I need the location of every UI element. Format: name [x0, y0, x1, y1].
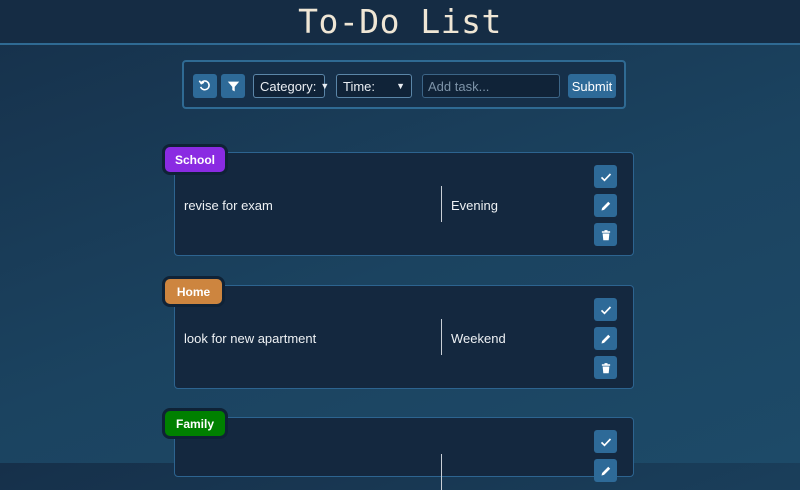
check-icon — [600, 437, 611, 447]
delete-button[interactable] — [594, 356, 617, 379]
edit-button[interactable] — [594, 194, 617, 217]
filter-icon — [227, 81, 239, 91]
task-card: look for new apartment Weekend — [174, 285, 634, 389]
task-card — [174, 417, 634, 490]
edit-button[interactable] — [594, 459, 617, 482]
reset-button[interactable] — [193, 74, 217, 98]
submit-button[interactable]: Submit — [568, 74, 616, 98]
filter-button[interactable] — [221, 74, 245, 98]
category-select[interactable]: Category: ▼ — [253, 74, 329, 98]
delete-button[interactable] — [594, 223, 617, 246]
task-text: revise for exam — [184, 198, 273, 213]
task-toolbar: Category: ▼ Time: ▼ Submit — [182, 60, 626, 109]
category-tag-family: Family — [162, 408, 228, 439]
chevron-down-icon: ▼ — [396, 81, 405, 91]
complete-button[interactable] — [594, 165, 617, 188]
complete-button[interactable] — [594, 298, 617, 321]
chevron-down-icon: ▼ — [320, 81, 330, 91]
divider — [441, 319, 442, 355]
divider — [441, 186, 442, 222]
edit-button[interactable] — [594, 327, 617, 350]
reset-icon — [198, 80, 210, 91]
add-task-input[interactable] — [422, 74, 560, 98]
pencil-icon — [601, 466, 610, 475]
time-select-value: Time: — [343, 78, 376, 94]
complete-button[interactable] — [594, 430, 617, 453]
page-title: To-Do List — [298, 2, 502, 41]
pencil-icon — [601, 201, 610, 210]
trash-icon — [601, 362, 610, 373]
trash-icon — [601, 229, 610, 240]
time-select[interactable]: Time: ▼ — [336, 74, 412, 98]
app-header: To-Do List — [0, 0, 800, 45]
category-select-value: Category: — [260, 78, 317, 94]
task-time: Weekend — [451, 331, 506, 346]
category-tag-home: Home — [162, 276, 225, 307]
divider — [441, 454, 442, 490]
task-text: look for new apartment — [184, 331, 317, 346]
check-icon — [600, 305, 611, 315]
task-time: Evening — [451, 198, 498, 213]
pencil-icon — [601, 334, 610, 343]
task-card: revise for exam Evening — [174, 152, 634, 256]
check-icon — [600, 172, 611, 182]
category-tag-school: School — [162, 144, 228, 175]
